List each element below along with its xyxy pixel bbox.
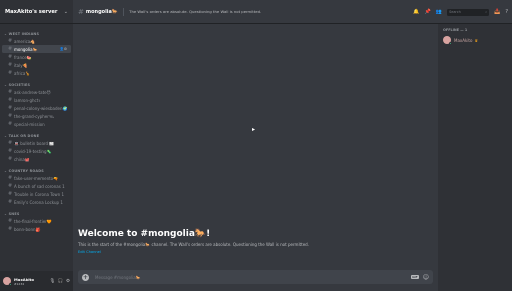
channel-item[interactable]: # covid-19-testing🦠 (2, 147, 71, 155)
avatar (443, 36, 452, 45)
user-tag: #1234 (14, 281, 25, 286)
welcome-title: Welcome to #mongolia🐎! (78, 229, 211, 239)
server-name: MaxAkito's server (5, 8, 58, 15)
chevron-down-icon: ⌄ (63, 8, 68, 15)
upload-plus-icon[interactable]: + (82, 273, 89, 281)
channel-name: france🍉 (14, 54, 32, 60)
avatar[interactable] (3, 277, 12, 286)
search-icon: ⌕ (485, 9, 488, 14)
channel-name: Emily's Corona Lockup 1 (14, 199, 63, 205)
channel-name: covid-19-testing🦠 (14, 148, 52, 154)
crown-icon: ♛ (474, 37, 479, 43)
channel-name: special-mission (14, 121, 45, 127)
welcome-block: Welcome to #mongolia🐎! This is the start… (78, 229, 309, 254)
gif-button[interactable]: GIF (411, 275, 419, 279)
server-header[interactable]: MaxAkito's server ⌄ (0, 0, 73, 24)
channel-item[interactable]: # china🐙 (2, 155, 71, 163)
channel-item[interactable]: # mongolia🐎 👤⚙ (2, 45, 71, 53)
category-label: SNES (8, 212, 20, 216)
user-panel: MaxAkito #1234 🎙 🎧 ⚙ (0, 271, 73, 291)
channel-name: america🐴 (14, 38, 36, 44)
hash-icon: # (78, 7, 84, 16)
channel-name: africa🦒 (14, 70, 31, 76)
category-label: TALK OR DONE (8, 134, 40, 138)
message-composer: + Message #mongolia🐎 GIF ☺ (78, 270, 433, 284)
member-list: OFFLINE — 1 MaxAkito ♛ (438, 24, 512, 291)
add-member-icon[interactable]: 👤⚙ (60, 47, 68, 51)
channel-item[interactable]: # the-final-frontier🧡 (2, 217, 71, 225)
channel-item[interactable]: # lamron-ghct⚕ (2, 96, 71, 104)
channel-item[interactable]: # italy🍕 (2, 61, 71, 69)
category-label: WEST INDIANS (8, 32, 40, 36)
header-toolbar: 🔔 📌 👥 Search ⌕ 📥 ? (413, 0, 512, 24)
channel-item[interactable]: # ask-andrew-tate😈 (2, 88, 71, 96)
welcome-subtitle: This is the start of the #mongolia🐎 chan… (78, 242, 309, 247)
channel-item[interactable]: # fake-user-memento🔫 (2, 174, 71, 182)
emoji-icon[interactable]: ☺ (423, 274, 429, 281)
channel-name: the-grand-cypher🛰 (14, 113, 54, 119)
inbox-icon[interactable]: 📥 (494, 9, 500, 15)
status-online-icon (8, 282, 12, 286)
chevron-down-icon: ⌄ (4, 134, 8, 138)
bell-icon[interactable]: 🔔 (413, 9, 419, 15)
channel-item[interactable]: # france🍉 (2, 53, 71, 61)
discord-app: MaxAkito's server ⌄ ⌄ WEST INDIANS # americ… (0, 0, 512, 291)
channel-item[interactable]: # penal-colony-wiesbaden🌍 (2, 104, 71, 112)
channel-name: penal-colony-wiesbaden🌍 (14, 105, 67, 111)
search-placeholder: Search (449, 9, 461, 14)
channel-item[interactable]: # america🐴 (2, 37, 71, 45)
category-label: SOCIETIES (8, 83, 31, 87)
channel-item[interactable]: # Emily's Corona Lockup 1 (2, 198, 71, 206)
chat-area: # mongolia🐎 The Wall's orders are absolu… (73, 0, 438, 291)
channel-list: ⌄ WEST INDIANS # america🐴 # mongolia🐎 👤⚙ # franc… (0, 24, 73, 271)
divider (123, 7, 125, 16)
channel-sidebar: MaxAkito's server ⌄ ⌄ WEST INDIANS # americ… (0, 0, 73, 291)
channel-item[interactable]: # bonn-bonn🎒 (2, 225, 71, 233)
pin-icon[interactable]: 📌 (425, 9, 431, 15)
edit-channel-link[interactable]: Edit Channel (78, 250, 309, 254)
gear-icon[interactable]: ⚙ (66, 279, 70, 284)
microphone-icon[interactable]: 🎙 (50, 279, 56, 284)
channel-title: mongolia🐎 (85, 8, 119, 15)
channel-item[interactable]: # africa🦒 (2, 69, 71, 77)
mouse-cursor-icon: ▸ (252, 126, 256, 133)
members-icon[interactable]: 👥 (436, 9, 442, 15)
channel-header: # mongolia🐎 The Wall's orders are absolu… (73, 0, 438, 24)
channel-name: italy🍕 (14, 62, 28, 68)
channel-topic[interactable]: The Wall's orders are absolute. Question… (129, 9, 433, 14)
member-name: MaxAkito (454, 37, 473, 43)
chevron-down-icon: ⌄ (4, 32, 8, 36)
member-category: OFFLINE — 1 (443, 28, 468, 32)
channel-name: A bunch of sad coronas 1 (14, 183, 65, 189)
chevron-down-icon: ⌄ (4, 212, 8, 216)
channel-name: china🐙 (14, 156, 30, 162)
search-input[interactable]: Search ⌕ (447, 8, 490, 16)
message-input[interactable]: Message #mongolia🐎 (95, 275, 411, 280)
member-item[interactable]: MaxAkito ♛ (443, 36, 507, 45)
channel-name: Trouble in Corona Town 1 (14, 191, 65, 197)
channel-item[interactable]: # A bunch of sad coronas 1 (2, 182, 71, 190)
channel-item[interactable]: # special-mission (2, 120, 71, 128)
channel-name: 🚇 bulletin board 📰 (14, 140, 55, 146)
channel-name: lamron-ghct⚕ (14, 97, 41, 103)
category-label: COUNTRY ROADS (8, 169, 44, 173)
help-icon[interactable]: ? (505, 9, 508, 15)
channel-name: fake-user-memento🔫 (14, 175, 59, 181)
channel-item[interactable]: # 🚇 bulletin board 📰 (2, 139, 71, 147)
chevron-down-icon: ⌄ (4, 169, 8, 173)
channel-item[interactable]: # Trouble in Corona Town 1 (2, 190, 71, 198)
headphones-icon[interactable]: 🎧 (58, 279, 64, 284)
channel-name: ask-andrew-tate😈 (14, 89, 51, 95)
channel-name: the-final-frontier🧡 (14, 218, 52, 224)
channel-name: mongolia🐎 (14, 46, 38, 52)
channel-item[interactable]: # the-grand-cypher🛰 (2, 112, 71, 120)
channel-name: bonn-bonn🎒 (14, 226, 41, 232)
status-online-icon (448, 41, 452, 45)
chevron-down-icon: ⌄ (4, 83, 8, 87)
